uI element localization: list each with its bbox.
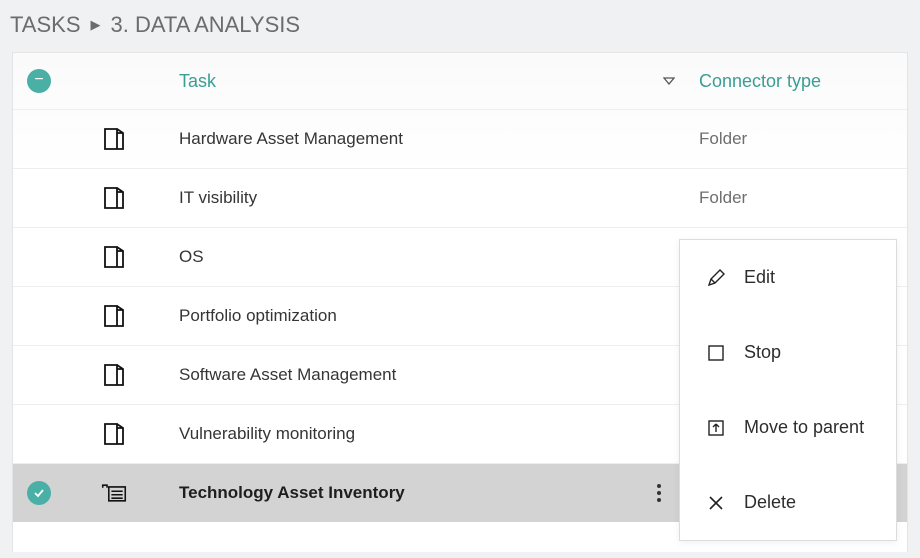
connector-type: Folder (699, 129, 747, 149)
more-actions-button[interactable] (657, 484, 661, 502)
connector-type: Folder (699, 188, 747, 208)
menu-item-delete[interactable]: Delete (680, 465, 896, 540)
folder-icon (101, 303, 145, 329)
breadcrumb-current: 3. DATA ANALYSIS (111, 12, 301, 38)
folder-icon (101, 362, 145, 388)
edit-icon (706, 268, 726, 288)
menu-item-move[interactable]: Move to parent (680, 390, 896, 465)
task-name: Technology Asset Inventory (179, 483, 405, 503)
menu-item-stop[interactable]: Stop (680, 315, 896, 390)
task-icon (101, 480, 145, 506)
folder-icon (101, 126, 145, 152)
move-icon (706, 418, 726, 438)
column-header-connector[interactable]: Connector type (699, 71, 821, 92)
context-menu: Edit Stop Move to parent Delete (679, 239, 897, 541)
table-row[interactable]: Hardware Asset Management Folder (13, 109, 907, 168)
folder-icon (101, 185, 145, 211)
task-name: Portfolio optimization (179, 306, 337, 326)
breadcrumb: TASKS ▶ 3. DATA ANALYSIS (0, 0, 920, 52)
menu-edit-label: Edit (744, 267, 775, 288)
table-row[interactable]: IT visibility Folder (13, 168, 907, 227)
close-icon (706, 493, 726, 513)
check-icon (27, 481, 51, 505)
menu-item-edit[interactable]: Edit (680, 240, 896, 315)
task-name: Vulnerability monitoring (179, 424, 355, 444)
task-name: OS (179, 247, 204, 267)
menu-delete-label: Delete (744, 492, 796, 513)
task-name: Software Asset Management (179, 365, 396, 385)
sort-indicator-icon[interactable] (663, 72, 675, 90)
stop-icon (706, 343, 726, 363)
menu-stop-label: Stop (744, 342, 781, 363)
chevron-right-icon: ▶ (91, 17, 101, 33)
row-select-cell[interactable] (27, 481, 51, 505)
collapse-all-button[interactable]: − (27, 69, 51, 93)
minus-icon: − (34, 72, 43, 88)
menu-move-label: Move to parent (744, 417, 864, 438)
table-header: − Task Connector type (13, 53, 907, 109)
task-name: IT visibility (179, 188, 257, 208)
column-header-task[interactable]: Task (179, 71, 216, 92)
task-name: Hardware Asset Management (179, 129, 403, 149)
folder-icon (101, 421, 145, 447)
folder-icon (101, 244, 145, 270)
breadcrumb-root[interactable]: TASKS (10, 12, 81, 38)
